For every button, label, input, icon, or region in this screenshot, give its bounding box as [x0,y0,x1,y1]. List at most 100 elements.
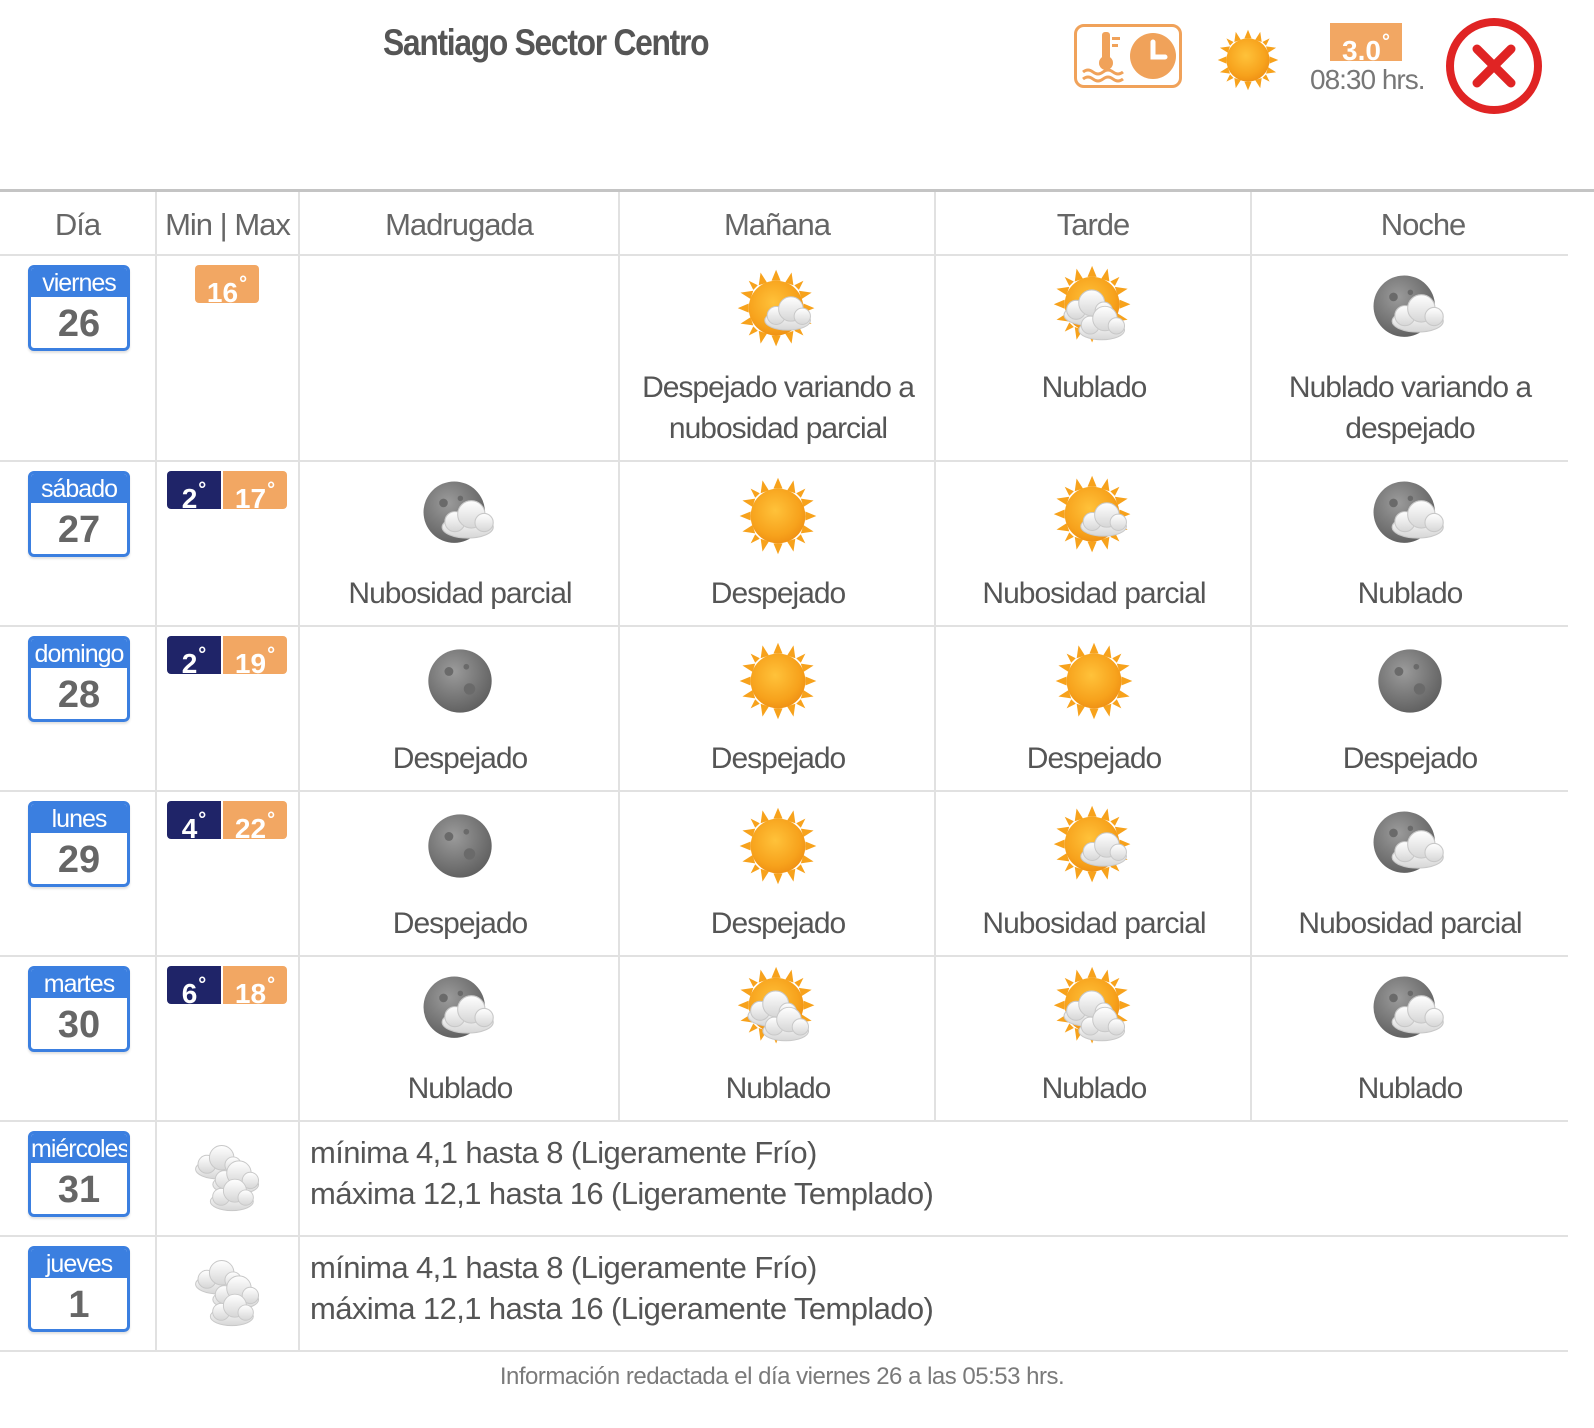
degree-symbol: ° [267,644,276,666]
row-divider [0,790,1568,792]
calendar-date: 1 [68,1284,90,1326]
calendar-badge: lunes 29 [28,801,130,887]
column-header-madrugada: Madrugada [300,192,620,254]
weather-label: Despejado [392,742,528,775]
weather-label: Despejado [710,742,846,775]
weather-label: Nubosidad parcial [982,577,1206,610]
sun-icon [730,468,826,564]
column-header-manana: Mañana [620,192,936,254]
moon-icon [412,633,508,729]
calendar-day-name: sábado [31,474,127,503]
row-divider [0,955,1568,957]
current-temperature-value: 3.0 [1342,35,1381,66]
max-temperature: 17° [223,471,287,514]
degree-symbol: ° [267,809,276,831]
weather-label: Despejado [1026,742,1162,775]
thermometer-clock-button[interactable] [1074,24,1182,88]
calendar-date: 26 [57,303,101,345]
min-temperature: 6° [167,966,221,1009]
calendar-day-name: martes [31,969,127,998]
calendar-day-name: lunes [31,804,127,833]
row-divider [0,1235,1568,1237]
weather-label: Despejado [710,907,846,940]
calendar-badge: viernes 26 [28,265,130,351]
calendar-day-name: viernes [31,268,127,297]
weather-label: Nublado [1041,371,1148,404]
min-temperature: 4° [167,801,221,844]
calendar-badge: domingo 28 [28,636,130,722]
column-header-noche: Noche [1380,207,1467,242]
row-divider [0,1350,1568,1352]
row-divider [0,1120,1568,1122]
row-divider [0,625,1568,627]
degree-symbol: ° [239,273,248,295]
moon-cloud-icon [1362,963,1458,1059]
weather-label: Despejado [392,907,528,940]
max-temperature: 18° [223,966,287,1009]
moon-cloud-icon [1362,262,1458,358]
calendar-badge: miércoles 31 [28,1131,130,1217]
page-title: Santiago Sector Centro [383,22,710,63]
calendar-day-name: domingo [31,639,127,668]
degree-symbol: ° [198,974,207,996]
max-temperature-value: 18 [234,978,267,1009]
sun-cloud-icon [730,262,826,358]
column-divider [155,254,157,1350]
max-temperature-value: 19 [234,648,267,679]
calendar-date: 28 [57,674,101,716]
calendar-date: 31 [57,1169,101,1211]
sun-cloud-icon [1046,468,1142,564]
max-temperature-value: 17 [234,483,267,514]
max-temperature: 16° [195,265,259,308]
min-temperature-summary: mínima 4,1 hasta 8 (Ligeramente Frío) [310,1250,817,1285]
weather-label: Nublado [1357,1072,1464,1105]
weather-label: Despejado variando a nubosidad parcial [642,371,915,445]
sun-icon [730,633,826,729]
weather-label: Nubosidad parcial [348,577,572,610]
forecast-table: Día Min | Max Madrugada Mañana Tarde Noche vi… [0,189,1594,1352]
degree-symbol: ° [1381,31,1390,53]
sun-clouds-icon [1046,963,1142,1059]
weather-label: Nublado [407,1072,514,1105]
thermometer-clock-icon [1082,32,1176,83]
sun-icon [1217,29,1279,91]
sun-cloud-icon [1046,798,1142,894]
clouds-icon [180,1245,276,1341]
moon-cloud-icon [1362,798,1458,894]
calendar-badge: jueves 1 [28,1246,130,1332]
sun-clouds-icon [1046,262,1142,358]
degree-symbol: ° [267,479,276,501]
degree-symbol: ° [267,974,276,996]
moon-icon [412,798,508,894]
weather-label: Despejado [1342,742,1478,775]
forecast-summary: mínima 4,1 hasta 8 (Ligeramente Frío) máx… [310,1132,934,1214]
column-divider [618,254,620,1120]
min-temperature-value: 4 [181,813,198,844]
current-temperature-badge: 3.0° [1330,23,1402,66]
max-temperature-value: 22 [234,813,267,844]
column-divider [934,254,936,1120]
calendar-badge: martes 30 [28,966,130,1052]
max-temperature-summary: máxima 12,1 hasta 16 (Ligeramente Templa… [310,1291,934,1326]
sun-icon [1046,633,1142,729]
calendar-date: 27 [57,509,101,551]
close-button[interactable] [1444,16,1544,116]
close-icon [1446,18,1542,114]
footer-note: Información redactada el día viernes 26 … [499,1363,1065,1390]
calendar-badge: sábado 27 [28,471,130,557]
weather-label: Nubosidad parcial [982,907,1206,940]
degree-symbol: ° [198,809,207,831]
moon-cloud-icon [412,468,508,564]
moon-icon [1362,633,1458,729]
max-temperature-summary: máxima 12,1 hasta 16 (Ligeramente Templa… [310,1176,934,1211]
min-temperature-value: 6 [181,978,198,1009]
column-divider [1250,254,1252,1120]
max-temperature: 19° [223,636,287,679]
min-temperature-summary: mínima 4,1 hasta 8 (Ligeramente Frío) [310,1135,817,1170]
forecast-summary: mínima 4,1 hasta 8 (Ligeramente Frío) máx… [310,1247,934,1329]
moon-cloud-icon [412,963,508,1059]
calendar-day-name: miércoles [31,1134,129,1163]
min-temperature-value: 2 [181,483,198,514]
calendar-date: 30 [57,1004,101,1046]
sun-clouds-icon [730,963,826,1059]
